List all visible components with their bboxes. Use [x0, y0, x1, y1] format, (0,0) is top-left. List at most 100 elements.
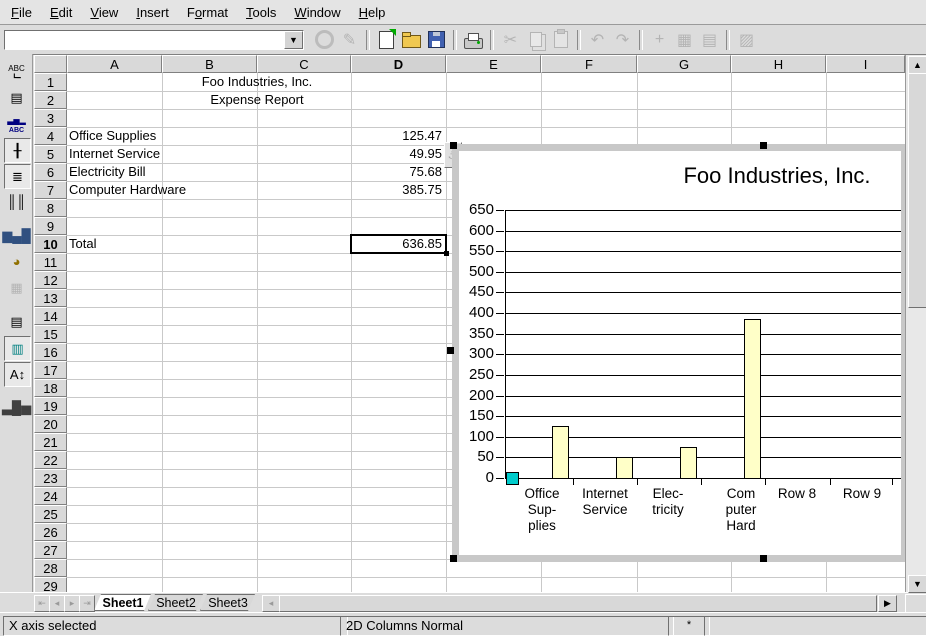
chart-handle-bottom-left[interactable]: [450, 555, 457, 562]
x-axis-category-label[interactable]: Elec-tricity: [635, 486, 701, 518]
stop-icon[interactable]: [312, 28, 337, 52]
y-axis-label[interactable]: 550: [456, 243, 494, 259]
menu-format[interactable]: Format: [178, 2, 237, 23]
chart-type-icon[interactable]: ▆▄█: [4, 224, 29, 247]
x-axis-category-label[interactable]: Row 9: [829, 486, 895, 502]
row-header-21[interactable]: 21: [34, 433, 67, 451]
cell-D4[interactable]: 125.47: [353, 127, 442, 145]
titles-on-off-icon[interactable]: ABC┗━: [4, 60, 29, 83]
cell-B2[interactable]: Expense Report: [162, 91, 352, 109]
column-header-B[interactable]: B: [162, 55, 257, 73]
row-header-11[interactable]: 11: [34, 253, 67, 271]
chart-bar-2[interactable]: [616, 457, 633, 479]
y-axis-label[interactable]: 300: [456, 346, 494, 362]
cell-D5[interactable]: 49.95: [353, 145, 442, 163]
column-header-F[interactable]: F: [541, 55, 637, 73]
menu-tools[interactable]: Tools: [237, 2, 285, 23]
x-axis-category-label[interactable]: OfficeSup-plies: [509, 486, 575, 534]
horizontal-grid-icon[interactable]: ≣: [4, 164, 31, 189]
url-input[interactable]: [5, 31, 284, 49]
paste-icon[interactable]: [548, 28, 573, 52]
y-axis-label[interactable]: 50: [456, 449, 494, 465]
y-axis-label[interactable]: 150: [456, 408, 494, 424]
save-icon[interactable]: [424, 28, 449, 52]
navigator-icon[interactable]: +: [647, 28, 672, 52]
corner-header[interactable]: [34, 55, 67, 73]
row-header-25[interactable]: 25: [34, 505, 67, 523]
embedded-chart[interactable]: Foo Industries, Inc. 0 50 100 150 200 250 300 3…: [452, 144, 908, 562]
redo-icon[interactable]: ↷: [610, 28, 635, 52]
selection-fill-handle[interactable]: [444, 251, 449, 256]
menu-view[interactable]: View: [81, 2, 127, 23]
y-axis-label[interactable]: 650: [456, 202, 494, 218]
sheet-tab-sheet3[interactable]: Sheet3: [200, 594, 256, 611]
insert-object-icon[interactable]: ▦: [672, 28, 697, 52]
menu-file[interactable]: File: [2, 2, 41, 23]
row-header-9[interactable]: 9: [34, 217, 67, 235]
first-sheet-button[interactable]: ⇤: [34, 595, 50, 612]
y-axis-label[interactable]: 400: [456, 305, 494, 321]
x-axis-category-label[interactable]: InternetService: [572, 486, 638, 518]
menu-edit[interactable]: Edit: [41, 2, 81, 23]
last-sheet-button[interactable]: ⇥: [79, 595, 95, 612]
axes-titles-icon[interactable]: ▃▅▂ABC: [4, 112, 29, 135]
data-in-columns-icon[interactable]: ▥: [4, 336, 31, 361]
chart-title[interactable]: Foo Industries, Inc.: [683, 163, 870, 189]
autoformat-chart-icon[interactable]: ◕: [4, 250, 29, 273]
open-icon[interactable]: [399, 28, 424, 52]
cell-B1[interactable]: Foo Industries, Inc.: [162, 73, 352, 91]
cut-icon[interactable]: ✂: [498, 28, 523, 52]
cell-A5[interactable]: Internet Service: [69, 145, 158, 163]
chart-handle-bottom-middle[interactable]: [760, 555, 767, 562]
column-header-H[interactable]: H: [731, 55, 826, 73]
legend-on-off-icon[interactable]: ▤: [4, 86, 29, 109]
data-in-rows-icon[interactable]: ▤: [4, 310, 29, 333]
row-header-7[interactable]: 7: [34, 181, 67, 199]
row-header-18[interactable]: 18: [34, 379, 67, 397]
copy-icon[interactable]: [523, 28, 548, 52]
row-header-6[interactable]: 6: [34, 163, 67, 181]
row-header-13[interactable]: 13: [34, 289, 67, 307]
url-dropdown-button[interactable]: ▼: [284, 31, 303, 49]
horizontal-scroll-thumb[interactable]: [279, 595, 877, 612]
row-header-8[interactable]: 8: [34, 199, 67, 217]
y-axis-label[interactable]: 500: [456, 264, 494, 280]
column-header-E[interactable]: E: [446, 55, 541, 73]
undo-icon[interactable]: ↶: [585, 28, 610, 52]
row-header-28[interactable]: 28: [34, 559, 67, 577]
column-header-C[interactable]: C: [257, 55, 351, 73]
row-header-19[interactable]: 19: [34, 397, 67, 415]
row-header-26[interactable]: 26: [34, 523, 67, 541]
vertical-grid-icon[interactable]: ║║: [4, 190, 29, 213]
row-header-27[interactable]: 27: [34, 541, 67, 559]
chart-data-table-icon[interactable]: ▦: [4, 276, 29, 299]
y-axis-label[interactable]: 450: [456, 284, 494, 300]
y-axis-label[interactable]: 350: [456, 326, 494, 342]
y-axis-label[interactable]: 100: [456, 429, 494, 445]
row-header-5[interactable]: 5: [34, 145, 67, 163]
chart-handle-left-middle[interactable]: [447, 347, 454, 354]
chart-bar-4[interactable]: [744, 319, 761, 479]
row-header-2[interactable]: 2: [34, 91, 67, 109]
cell-D6[interactable]: 75.68: [353, 163, 442, 181]
sheet-tab-sheet2[interactable]: Sheet2: [148, 594, 204, 611]
chart-handle-top-left[interactable]: [450, 142, 457, 149]
row-header-10[interactable]: 10: [34, 235, 67, 253]
vertical-scrollbar[interactable]: ▲ ▼: [905, 55, 926, 592]
y-axis-line[interactable]: [505, 210, 506, 478]
cell-A4[interactable]: Office Supplies: [69, 127, 158, 145]
column-header-A[interactable]: A: [67, 55, 162, 73]
row-header-22[interactable]: 22: [34, 451, 67, 469]
scroll-up-button[interactable]: ▲: [908, 56, 926, 74]
y-axis-label[interactable]: 200: [456, 388, 494, 404]
y-axis-label[interactable]: 250: [456, 367, 494, 383]
row-header-12[interactable]: 12: [34, 271, 67, 289]
y-axis-label[interactable]: 0: [456, 470, 494, 486]
y-axis-label[interactable]: 600: [456, 223, 494, 239]
cell-D7[interactable]: 385.75: [353, 181, 442, 199]
url-combobox[interactable]: ▼: [4, 30, 304, 50]
scale-text-icon[interactable]: A↕: [4, 362, 31, 387]
row-header-3[interactable]: 3: [34, 109, 67, 127]
edit-file-icon[interactable]: ✎: [337, 28, 362, 52]
reorganize-chart-icon[interactable]: ▃█▅: [4, 396, 29, 419]
